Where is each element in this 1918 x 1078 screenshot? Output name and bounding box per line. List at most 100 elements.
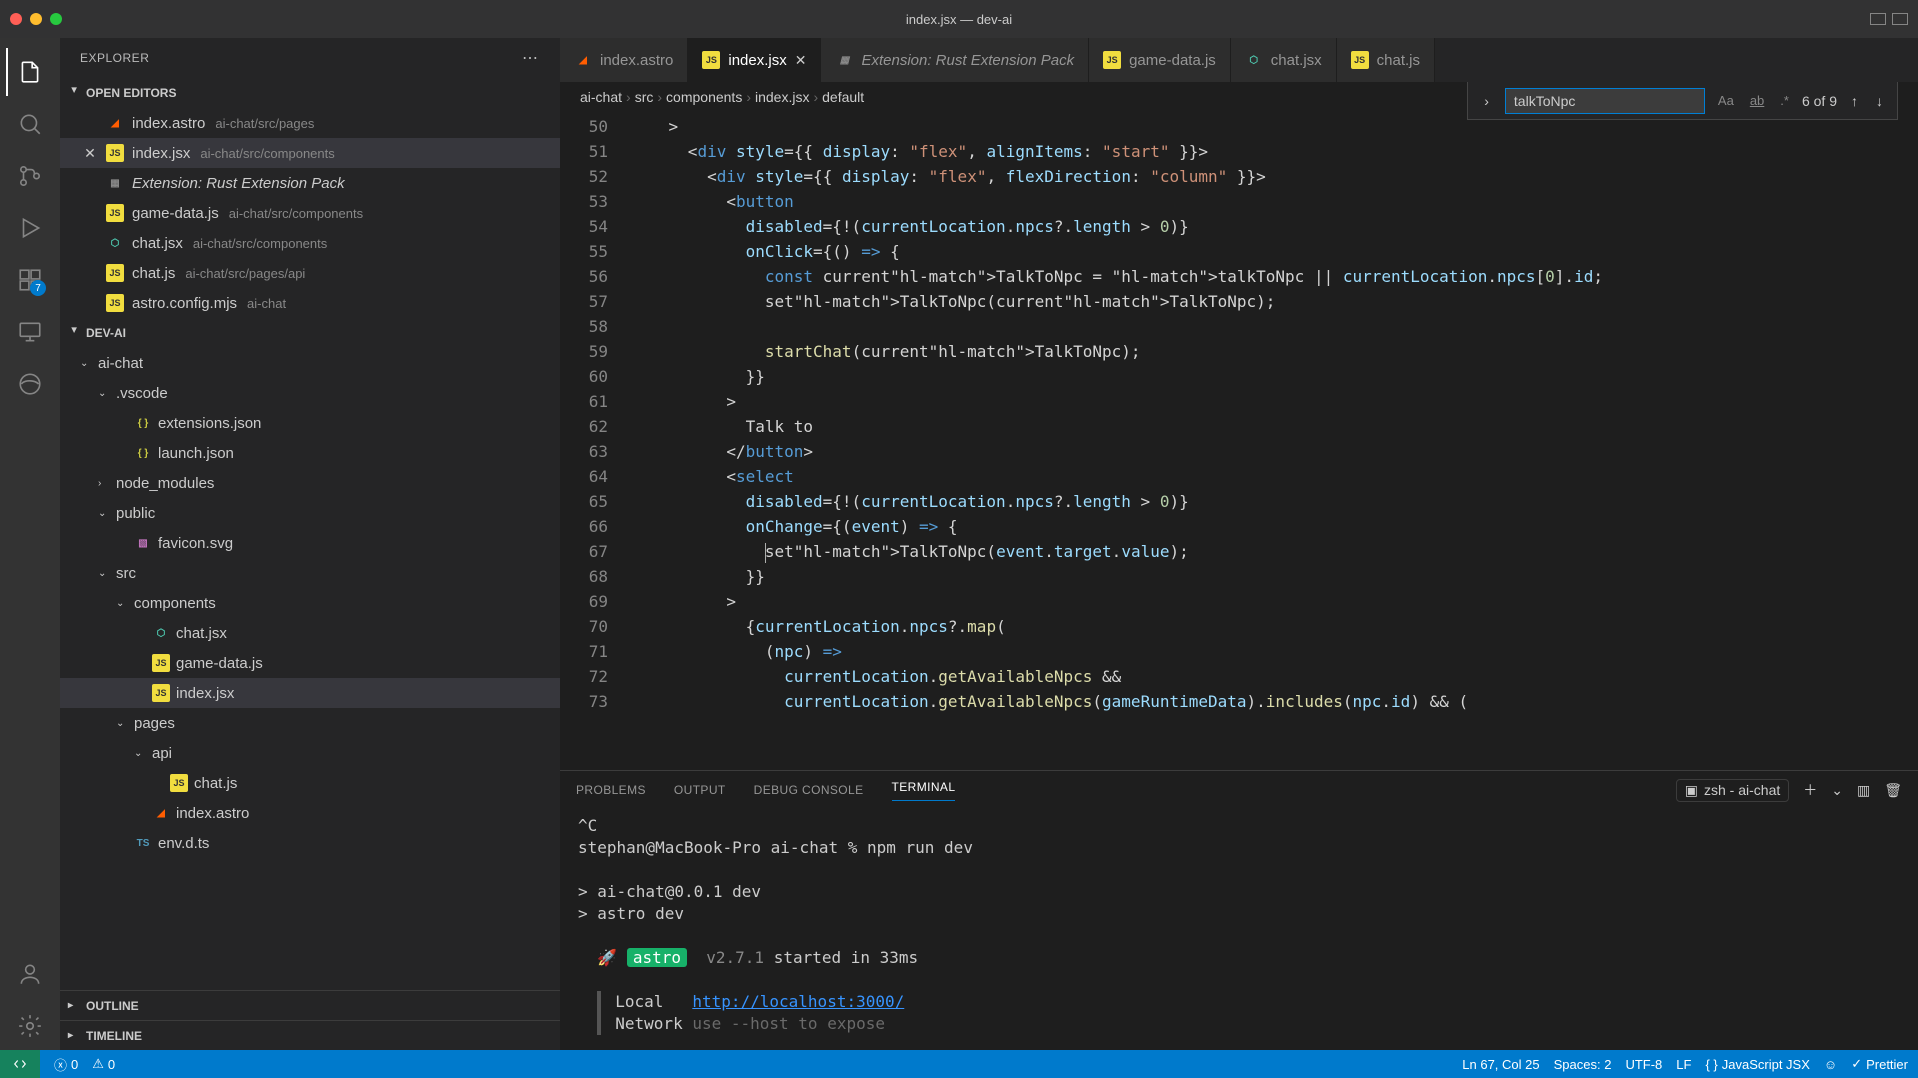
tree-folder[interactable]: ⌄components [60, 588, 560, 618]
edge-activity-icon[interactable] [6, 360, 54, 408]
find-toggle-replace-icon[interactable]: › [1478, 93, 1495, 109]
breadcrumb-item[interactable]: src [635, 89, 654, 105]
remote-activity-icon[interactable] [6, 308, 54, 356]
tree-file[interactable]: TSenv.d.ts [60, 828, 560, 858]
kill-terminal-icon[interactable]: 🗑 [1884, 782, 1902, 799]
window-title: index.jsx — dev-ai [906, 12, 1012, 27]
breadcrumb-item[interactable]: components [666, 89, 742, 105]
tree-folder[interactable]: ⌄api [60, 738, 560, 768]
extensions-badge: 7 [30, 280, 46, 296]
status-prettier[interactable]: ✓ Prettier [1851, 1056, 1908, 1072]
editor-tab[interactable]: JSgame-data.js [1089, 38, 1231, 82]
new-terminal-icon[interactable]: ＋ [1803, 780, 1817, 800]
terminal-dropdown-icon[interactable]: ⌄ [1831, 782, 1843, 799]
tab-label: chat.jsx [1271, 52, 1322, 69]
close-window-button[interactable] [10, 13, 22, 25]
editor-tab[interactable]: ▦Extension: Rust Extension Pack [821, 38, 1089, 82]
explorer-more-icon[interactable]: ⋯ [522, 48, 540, 68]
status-errors[interactable]: ⓧ 0 [54, 1055, 78, 1074]
minimize-window-button[interactable] [30, 13, 42, 25]
find-prev-icon[interactable]: ↑ [1847, 93, 1862, 109]
find-input[interactable] [1505, 88, 1705, 114]
extensions-activity-icon[interactable]: 7 [6, 256, 54, 304]
chevron-down-icon: ⌄ [98, 388, 110, 399]
code-content[interactable]: > <div style={{ display: "flex", alignIt… [630, 112, 1918, 770]
open-editor-item[interactable]: JSchat.jsai-chat/src/pages/api [60, 258, 560, 288]
editor-tab[interactable]: JSchat.js [1337, 38, 1435, 82]
tree-folder[interactable]: ⌄public [60, 498, 560, 528]
tree-file[interactable]: ◢index.astro [60, 798, 560, 828]
tree-file[interactable]: JSindex.jsx [60, 678, 560, 708]
tree-folder[interactable]: ⌄src [60, 558, 560, 588]
tab-debug-console[interactable]: DEBUG CONSOLE [754, 783, 864, 797]
tree-file[interactable]: ⬡chat.jsx [60, 618, 560, 648]
open-editor-item[interactable]: ⬡chat.jsxai-chat/src/components [60, 228, 560, 258]
status-warnings[interactable]: ⚠ 0 [92, 1056, 115, 1072]
timeline-section-header[interactable]: ▸ TIMELINE [60, 1020, 560, 1050]
find-regex-icon[interactable]: .* [1777, 93, 1792, 108]
open-editor-item[interactable]: JSgame-data.jsai-chat/src/components [60, 198, 560, 228]
search-activity-icon[interactable] [6, 100, 54, 148]
explorer-activity-icon[interactable] [6, 48, 54, 96]
find-whole-word-icon[interactable]: ab [1747, 93, 1767, 108]
localhost-link[interactable]: http://localhost:3000/ [692, 992, 904, 1011]
editor-tab[interactable]: JSindex.jsx✕ [688, 38, 821, 82]
remote-status-icon[interactable] [0, 1050, 40, 1078]
account-activity-icon[interactable] [6, 950, 54, 998]
split-terminal-icon[interactable]: ▥ [1857, 782, 1870, 799]
open-editor-item[interactable]: ✕JSindex.jsxai-chat/src/components [60, 138, 560, 168]
breadcrumb-item[interactable]: default [822, 89, 864, 105]
status-spaces[interactable]: Spaces: 2 [1554, 1057, 1612, 1072]
tab-problems[interactable]: PROBLEMS [576, 783, 646, 797]
tree-folder[interactable]: ⌄.vscode [60, 378, 560, 408]
chevron-down-icon: ⌄ [134, 748, 146, 759]
tree-file[interactable]: JSgame-data.js [60, 648, 560, 678]
tree-folder[interactable]: ⌄ai-chat [60, 348, 560, 378]
open-editors-list: ◢index.astroai-chat/src/pages✕JSindex.js… [60, 108, 560, 318]
close-icon[interactable]: ✕ [795, 52, 807, 69]
tree-folder[interactable]: ⌄pages [60, 708, 560, 738]
outline-section-header[interactable]: ▸ OUTLINE [60, 990, 560, 1020]
warning-icon: ⚠ [92, 1056, 104, 1072]
tree-label: index.jsx [176, 685, 234, 702]
tab-label: index.jsx [728, 52, 786, 69]
project-section-header[interactable]: ▸ DEV-AI [60, 318, 560, 348]
editor-tab[interactable]: ⬡chat.jsx [1231, 38, 1337, 82]
status-eol[interactable]: LF [1676, 1057, 1691, 1072]
panel-toggle-icon[interactable] [1870, 13, 1886, 25]
breadcrumb-item[interactable]: index.jsx [755, 89, 809, 105]
tree-label: favicon.svg [158, 535, 233, 552]
tree-file[interactable]: JSchat.js [60, 768, 560, 798]
tab-output[interactable]: OUTPUT [674, 783, 726, 797]
editor-tab[interactable]: ◢index.astro [560, 38, 688, 82]
source-control-activity-icon[interactable] [6, 152, 54, 200]
find-match-case-icon[interactable]: Aa [1715, 93, 1737, 108]
run-debug-activity-icon[interactable] [6, 204, 54, 252]
status-lang[interactable]: { } JavaScript JSX [1705, 1057, 1809, 1072]
open-editor-label: index.astro [132, 115, 205, 132]
open-editors-section-header[interactable]: ▸ OPEN EDITORS [60, 78, 560, 108]
tree-file[interactable]: { }launch.json [60, 438, 560, 468]
terminal-selector[interactable]: ▣ zsh - ai-chat [1676, 779, 1789, 802]
close-icon[interactable]: ✕ [82, 145, 98, 162]
status-cursor[interactable]: Ln 67, Col 25 [1462, 1057, 1539, 1072]
tree-folder[interactable]: ›node_modules [60, 468, 560, 498]
tree-file[interactable]: { }extensions.json [60, 408, 560, 438]
chevron-down-icon: ⌄ [98, 568, 110, 579]
breadcrumb-item[interactable]: ai-chat [580, 89, 622, 105]
open-editor-item[interactable]: ▦Extension: Rust Extension Pack [60, 168, 560, 198]
code-editor[interactable]: 50 51 52 53 54 55 56 57 58 59 60 61 62 6… [560, 112, 1918, 770]
settings-activity-icon[interactable] [6, 1002, 54, 1050]
open-editor-item[interactable]: ◢index.astroai-chat/src/pages [60, 108, 560, 138]
tree-file[interactable]: ▧favicon.svg [60, 528, 560, 558]
timeline-title: TIMELINE [86, 1029, 142, 1043]
find-next-icon[interactable]: ↓ [1872, 93, 1887, 109]
terminal-body[interactable]: ^C stephan@MacBook-Pro ai-chat % npm run… [560, 809, 1918, 1050]
status-feedback-icon[interactable]: ☺ [1824, 1057, 1837, 1072]
status-encoding[interactable]: UTF-8 [1625, 1057, 1662, 1072]
open-editor-item[interactable]: JSastro.config.mjsai-chat [60, 288, 560, 318]
tab-terminal[interactable]: TERMINAL [892, 780, 956, 801]
layout-toggle-icon[interactable] [1892, 13, 1908, 25]
breadcrumb[interactable]: ai-chat›src›components›index.jsx›default [580, 89, 864, 105]
maximize-window-button[interactable] [50, 13, 62, 25]
